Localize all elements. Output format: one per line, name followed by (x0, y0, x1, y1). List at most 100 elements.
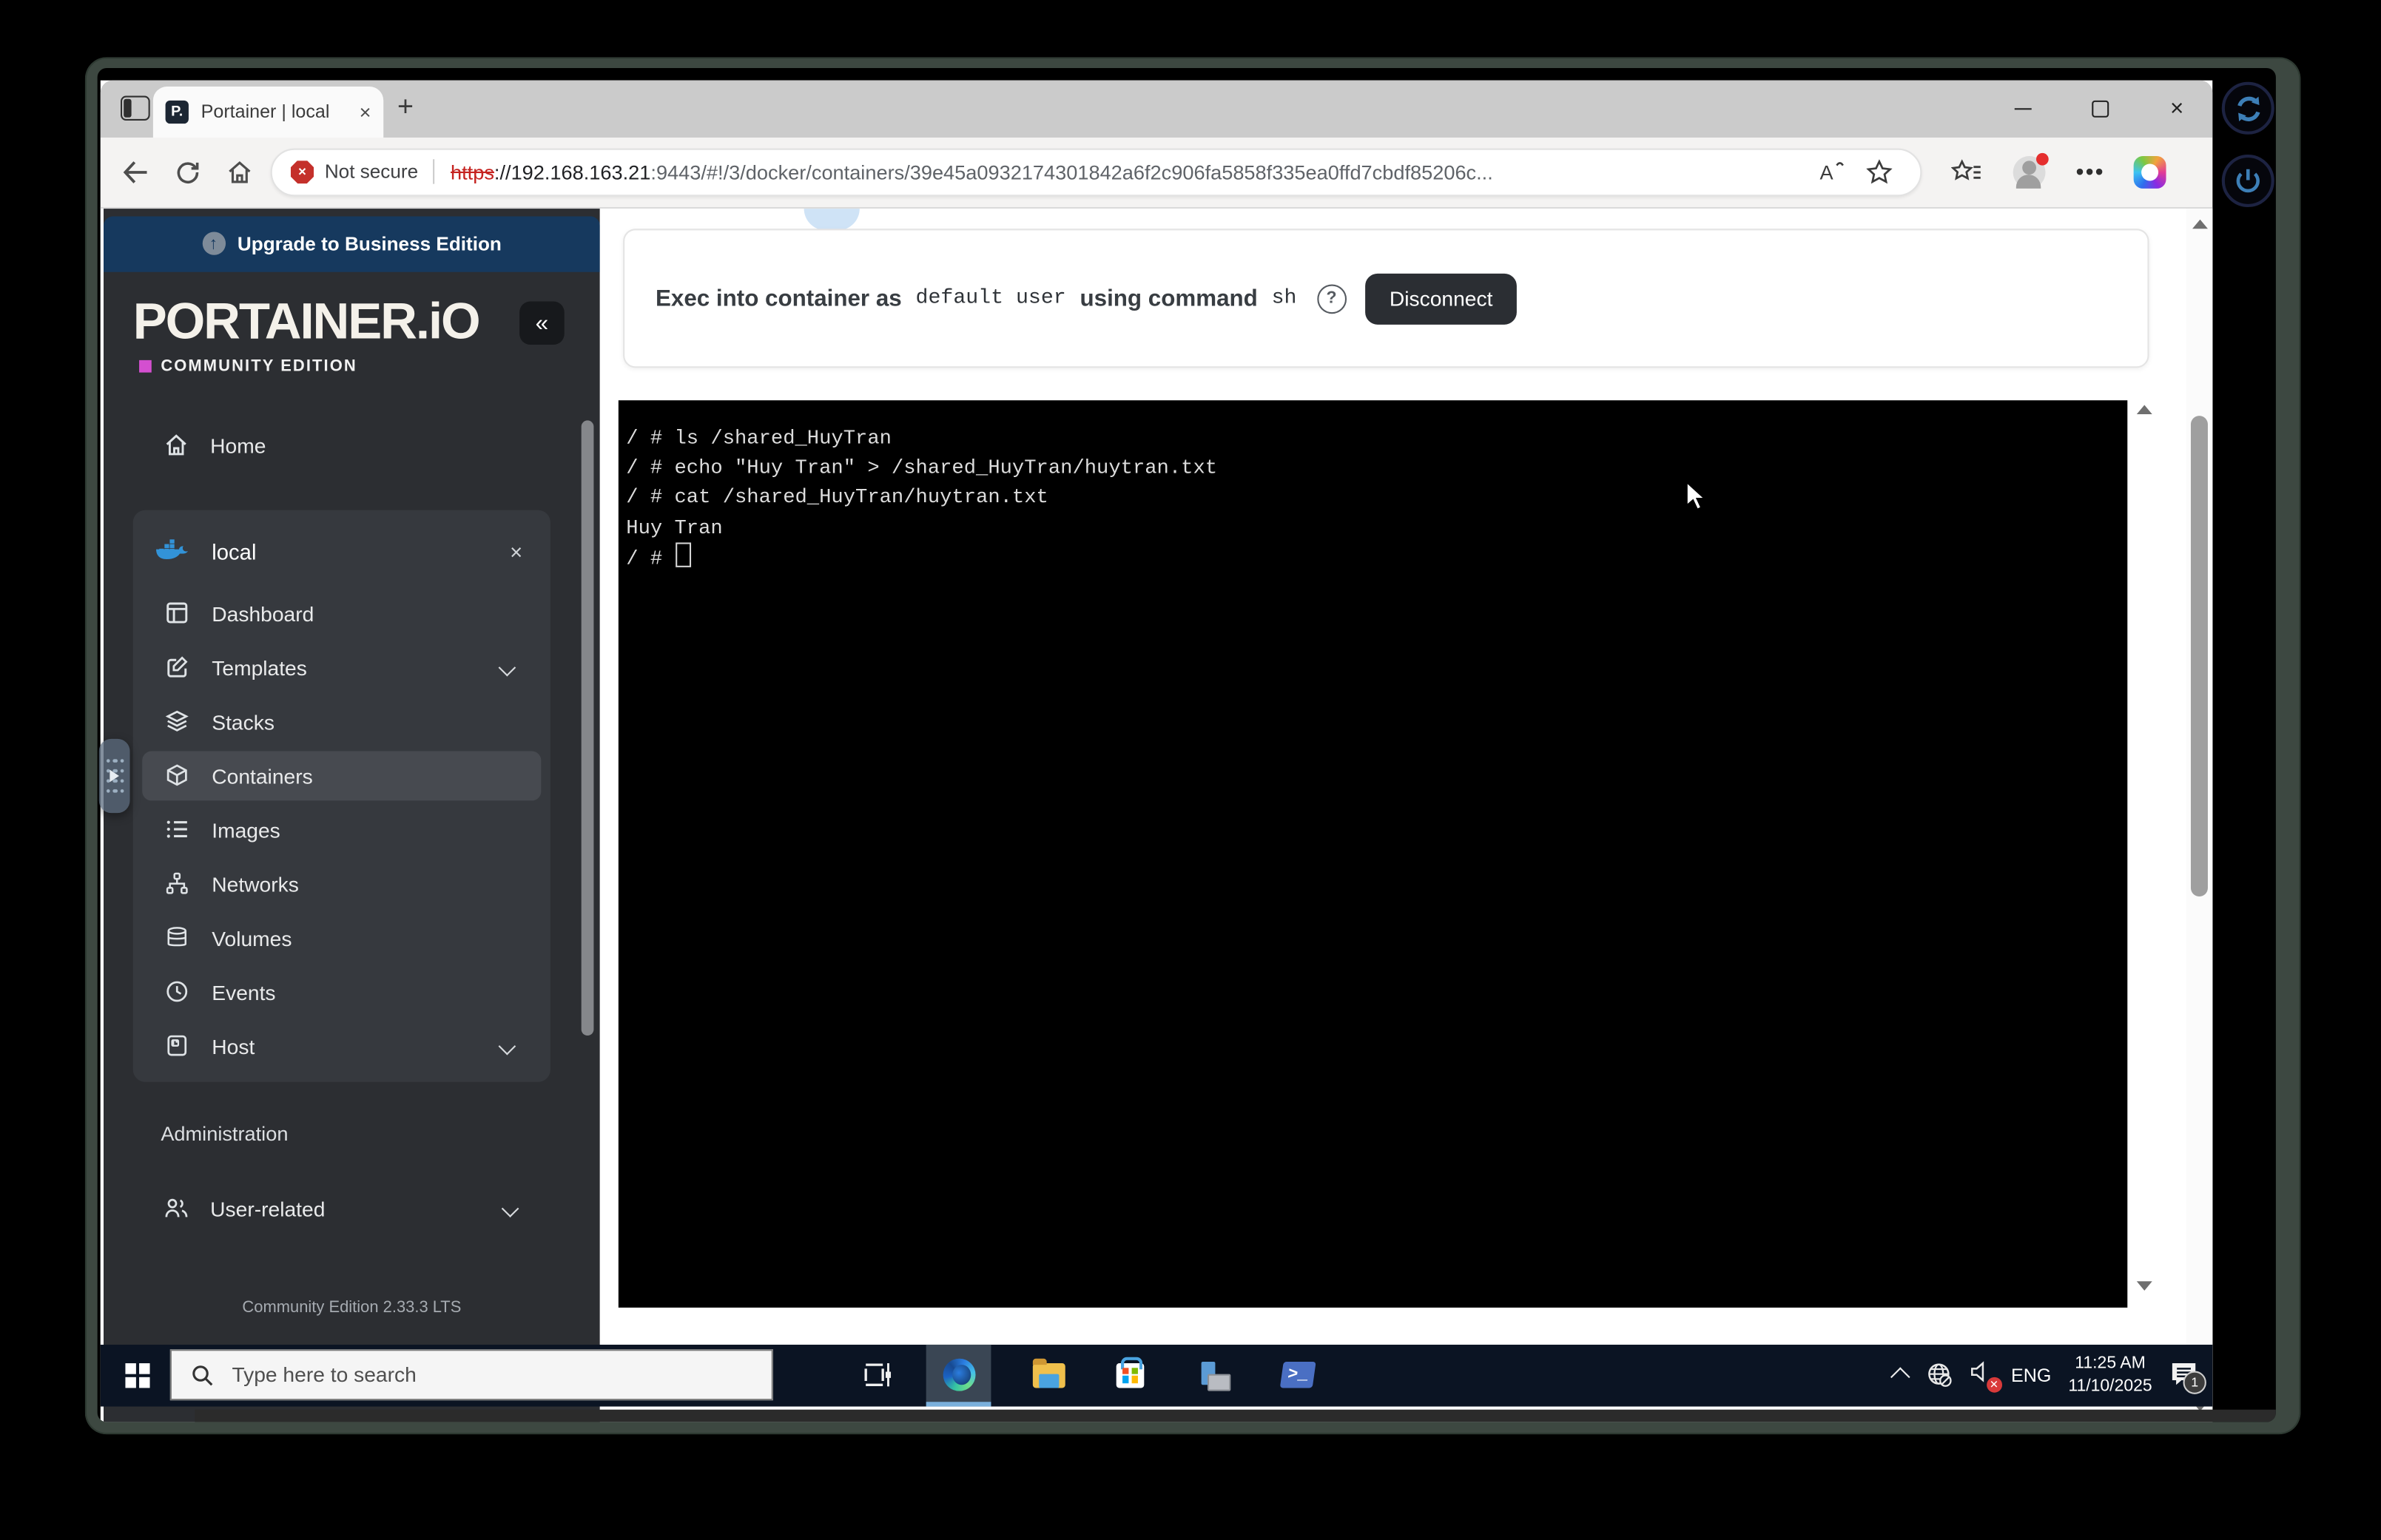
upgrade-banner[interactable]: ↑ Upgrade to Business Edition (104, 217, 600, 271)
sidebar-item-stacks[interactable]: Stacks (142, 697, 541, 746)
terminal-scroll-down-icon[interactable] (2137, 1281, 2152, 1291)
sidebar-item-events[interactable]: Events (142, 967, 541, 1017)
environment-close-icon[interactable]: × (510, 539, 522, 564)
menu-label: Templates (212, 656, 307, 679)
handle-dots-icon (113, 756, 126, 796)
browser-tab-bar: P. Portainer | local × + × (101, 81, 2212, 137)
tab-workspaces-icon[interactable] (121, 96, 150, 121)
taskbar-powershell-button[interactable]: >_ (1264, 1345, 1330, 1406)
sidebar-item-volumes[interactable]: Volumes (142, 913, 541, 963)
main-pane: Exec into container as default user usin… (600, 209, 2212, 1421)
sidebar-scrollbar[interactable] (582, 420, 594, 1036)
edition-badge: COMMUNITY EDITION (139, 357, 357, 376)
scroll-up-icon[interactable] (2192, 220, 2207, 229)
tray-time: 11:25 AM (2075, 1354, 2145, 1372)
tray-language[interactable]: ENG (2011, 1365, 2051, 1386)
sidebar-item-containers[interactable]: Containers (142, 752, 541, 801)
host-icon (166, 1034, 190, 1058)
browser-tab[interactable]: P. Portainer | local × (153, 87, 383, 137)
tray-clock[interactable]: 11:25 AM 11/10/2025 (2068, 1352, 2152, 1398)
home-icon[interactable] (220, 152, 260, 192)
not-secure-icon[interactable]: × (291, 161, 314, 183)
sidebar-item-host[interactable]: Host (142, 1021, 541, 1071)
sync-icon (2233, 93, 2263, 123)
start-button[interactable] (125, 1363, 149, 1388)
search-input[interactable] (229, 1362, 698, 1388)
home-outline-icon (164, 433, 188, 457)
menu-label: Stacks (212, 710, 275, 733)
sidebar-collapse-button[interactable]: « (519, 301, 565, 345)
sidebar-edge-handle[interactable] (99, 739, 130, 813)
page-scrollbar[interactable] (2186, 209, 2213, 1421)
taskbar-edge-button[interactable] (926, 1345, 991, 1406)
sidebar-item-networks[interactable]: Networks (142, 860, 541, 909)
sidebar-item-user-related[interactable]: User-related (164, 1186, 572, 1232)
disconnect-button[interactable]: Disconnect (1364, 273, 1517, 324)
vm-power-button[interactable] (2222, 155, 2274, 207)
browser-menu-icon[interactable]: ••• (2067, 149, 2114, 195)
terminal-scroll-up-icon[interactable] (2137, 405, 2152, 414)
window-minimize-button[interactable] (1999, 92, 2046, 124)
power-icon (2234, 167, 2262, 195)
sidebar-item-home[interactable]: Home (164, 433, 266, 457)
environment-card: local × Dashboard (133, 510, 550, 1082)
scrollbar-thumb[interactable] (2191, 416, 2208, 896)
tray-expand-icon[interactable] (1890, 1368, 1910, 1388)
url-scheme: https (451, 161, 494, 183)
taskbar-store-button[interactable] (1098, 1345, 1163, 1406)
address-bar[interactable]: × Not secure https://192.168.163.21:9443… (271, 148, 1922, 196)
read-aloud-icon[interactable]: A (1809, 149, 1856, 195)
svg-text:A: A (1819, 161, 1833, 184)
menu-label: Dashboard (212, 602, 314, 625)
terminal-line: / # echo "Huy Tran" > /shared_HuyTran/hu… (626, 453, 2127, 483)
microsoft-store-icon (1117, 1363, 1145, 1388)
sidebar-item-dashboard[interactable]: Dashboard (142, 589, 541, 638)
mute-x-badge: ✕ (1987, 1377, 2002, 1392)
window-restore-button[interactable] (2076, 92, 2123, 124)
edition-label: COMMUNITY EDITION (161, 357, 357, 376)
home-label: Home (210, 433, 266, 456)
taskbar-file-explorer-button[interactable] (1016, 1345, 1081, 1406)
network-globe-icon[interactable] (1926, 1362, 1953, 1388)
not-secure-label[interactable]: Not secure (325, 161, 418, 183)
sidebar-item-templates[interactable]: Templates (142, 643, 541, 692)
terminal-line: Huy Tran (626, 513, 2127, 542)
volume-muted-icon[interactable]: ✕ (1970, 1360, 1994, 1391)
upgrade-arrow-icon: ↑ (202, 232, 225, 255)
task-view-button[interactable] (846, 1345, 911, 1406)
edge-icon (943, 1359, 975, 1391)
notification-center-button[interactable]: 1 (2169, 1360, 2200, 1391)
docker-whale-icon (155, 538, 189, 566)
networks-icon (166, 872, 190, 896)
environment-local[interactable]: local × (155, 524, 529, 579)
favorite-star-icon[interactable] (1856, 149, 1902, 195)
profile-avatar[interactable] (2005, 149, 2052, 195)
container-terminal[interactable]: / # ls /shared_HuyTran / # echo "Huy Tra… (619, 400, 2127, 1308)
new-tab-button[interactable]: + (397, 92, 414, 121)
environment-name: local (212, 539, 510, 564)
copilot-icon[interactable] (2126, 149, 2172, 195)
exec-text-prefix: Exec into container as (656, 286, 902, 312)
vm-sync-button[interactable] (2222, 82, 2274, 135)
taskbar-server-manager-button[interactable] (1181, 1345, 1246, 1406)
sidebar-item-images[interactable]: Images (142, 806, 541, 855)
taskbar-search[interactable] (170, 1349, 773, 1400)
dashboard-icon (166, 601, 190, 626)
portainer-logo[interactable]: PORTAINER.iO (133, 295, 479, 346)
favorites-bar-icon[interactable] (1944, 149, 1990, 195)
tab-close-icon[interactable]: × (360, 100, 371, 123)
terminal-line: / # ls /shared_HuyTran (626, 424, 2127, 453)
url-text[interactable]: https://192.168.163.21:9443/#!/3/docker/… (451, 161, 1809, 183)
upgrade-label: Upgrade to Business Edition (238, 233, 502, 254)
back-icon[interactable] (115, 152, 155, 192)
images-list-icon (166, 817, 190, 842)
window-close-button[interactable]: × (2154, 92, 2200, 124)
screen: P. Portainer | local × + × (0, 0, 2381, 1540)
edge-active-indicator (926, 1401, 991, 1405)
menu-label: Networks (212, 873, 299, 896)
notification-count-badge: 1 (2183, 1371, 2206, 1394)
browser-window: P. Portainer | local × + × (101, 81, 2212, 1345)
sidebar-footer-version: Community Edition 2.33.3 LTS (104, 1298, 600, 1317)
refresh-icon[interactable] (167, 152, 207, 192)
help-icon[interactable]: ? (1317, 283, 1347, 313)
